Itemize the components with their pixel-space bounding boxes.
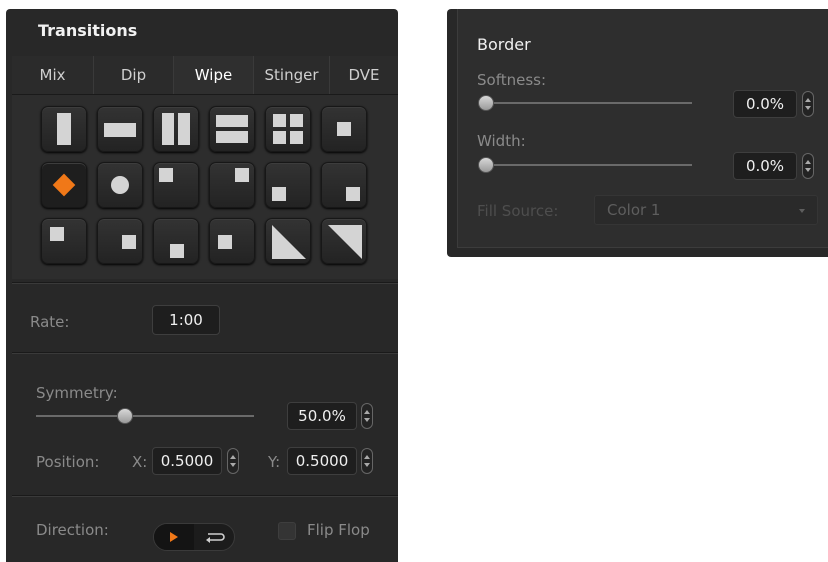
pattern-circle-button[interactable] [97, 162, 143, 208]
direction-normal-button[interactable] [154, 524, 194, 550]
tab-mix[interactable]: Mix [12, 56, 94, 94]
vertical-bar-icon [57, 113, 71, 145]
box-center-right-icon [122, 235, 136, 249]
pattern-center-box-button[interactable] [321, 106, 367, 152]
pattern-diagonal-top-right-button[interactable] [321, 218, 367, 264]
rate-label: Rate: [30, 313, 70, 331]
divider [12, 282, 398, 284]
play-triangle-icon [170, 532, 178, 542]
wipe-pattern-grid [12, 95, 398, 279]
pattern-four-box-grid-button[interactable] [265, 106, 311, 152]
divider [12, 352, 398, 354]
fill-source-dropdown[interactable]: Color 1 [594, 195, 818, 225]
position-y-field[interactable]: 0.5000 [287, 447, 357, 475]
symmetry-field[interactable]: 50.0% [287, 402, 357, 430]
pattern-box-center-bottom-button[interactable] [153, 218, 199, 264]
flip-flop-label: Flip Flop [307, 521, 370, 539]
direction-label: Direction: [36, 521, 109, 539]
fill-source-value: Color 1 [607, 201, 661, 219]
pattern-box-center-left-button[interactable] [209, 218, 255, 264]
softness-label: Softness: [477, 71, 547, 89]
divider [12, 495, 398, 497]
box-bottom-right-icon [346, 187, 360, 201]
diagonal-bottom-left-icon [272, 225, 306, 259]
horizontal-bar-icon [104, 123, 136, 137]
tab-wipe[interactable]: Wipe [174, 56, 254, 94]
pattern-box-left-top-button[interactable] [41, 218, 87, 264]
circle-icon [111, 176, 129, 194]
width-stepper[interactable] [802, 153, 814, 179]
transitions-panel: Transitions Mix Dip Wipe Stinger DVE Rat… [6, 9, 398, 562]
width-slider-track[interactable] [482, 164, 692, 166]
border-panel: Border Softness: 0.0% Width: 0.0% Fill S… [447, 9, 828, 257]
pattern-horizontal-bar-button[interactable] [97, 106, 143, 152]
pattern-box-top-right-button[interactable] [209, 162, 255, 208]
box-center-bottom-icon [170, 244, 184, 258]
symmetry-slider-track[interactable] [36, 415, 254, 417]
flip-flop-checkbox[interactable] [278, 522, 296, 540]
width-label: Width: [477, 132, 526, 150]
pattern-diamond-button[interactable] [41, 162, 87, 208]
width-slider-knob[interactable] [478, 157, 494, 173]
pattern-double-horizontal-bars-button[interactable] [209, 106, 255, 152]
rate-field[interactable]: 1:00 [152, 305, 220, 335]
position-x-stepper[interactable] [227, 448, 239, 474]
pattern-box-bottom-left-button[interactable] [265, 162, 311, 208]
softness-stepper[interactable] [802, 91, 814, 117]
border-section: Border Softness: 0.0% Width: 0.0% Fill S… [457, 9, 828, 248]
position-x-label: X: [132, 453, 148, 471]
double-horizontal-bars-icon [216, 115, 248, 127]
pattern-diagonal-bottom-left-button[interactable] [265, 218, 311, 264]
border-title: Border [477, 35, 531, 54]
reverse-arrow-icon [206, 533, 225, 543]
pattern-box-center-right-button[interactable] [97, 218, 143, 264]
position-y-label: Y: [268, 453, 281, 471]
position-x-field[interactable]: 0.5000 [152, 447, 222, 475]
transitions-title: Transitions [38, 21, 138, 40]
box-center-left-icon [218, 235, 232, 249]
symmetry-label: Symmetry: [36, 384, 118, 402]
pattern-box-top-left-button[interactable] [153, 162, 199, 208]
position-label: Position: [36, 453, 100, 471]
box-top-right-icon [235, 168, 249, 182]
symmetry-slider-knob[interactable] [117, 408, 133, 424]
transition-tabs: Mix Dip Wipe Stinger DVE [12, 56, 398, 95]
double-vertical-bars-icon [162, 113, 174, 145]
diamond-icon [52, 173, 76, 197]
tab-stinger[interactable]: Stinger [254, 56, 330, 94]
box-left-top-icon [50, 227, 64, 241]
direction-toggle[interactable] [153, 523, 235, 551]
pattern-box-bottom-right-button[interactable] [321, 162, 367, 208]
position-y-stepper[interactable] [361, 448, 373, 474]
tab-dip[interactable]: Dip [94, 56, 174, 94]
box-top-left-icon [159, 168, 173, 182]
softness-slider-knob[interactable] [478, 95, 494, 111]
pattern-double-vertical-bars-button[interactable] [153, 106, 199, 152]
symmetry-stepper[interactable] [361, 403, 373, 429]
diagonal-top-right-icon [328, 225, 362, 259]
fill-source-label: Fill Source: [477, 202, 559, 220]
chevron-down-icon [799, 209, 805, 213]
pattern-vertical-bar-button[interactable] [41, 106, 87, 152]
four-box-grid-icon [273, 114, 286, 127]
direction-reverse-button[interactable] [194, 524, 234, 550]
softness-field[interactable]: 0.0% [733, 90, 797, 118]
softness-slider-track[interactable] [482, 102, 692, 104]
tab-dve[interactable]: DVE [330, 56, 398, 94]
box-bottom-left-icon [272, 187, 286, 201]
width-field[interactable]: 0.0% [733, 152, 797, 180]
center-box-icon [337, 122, 351, 136]
